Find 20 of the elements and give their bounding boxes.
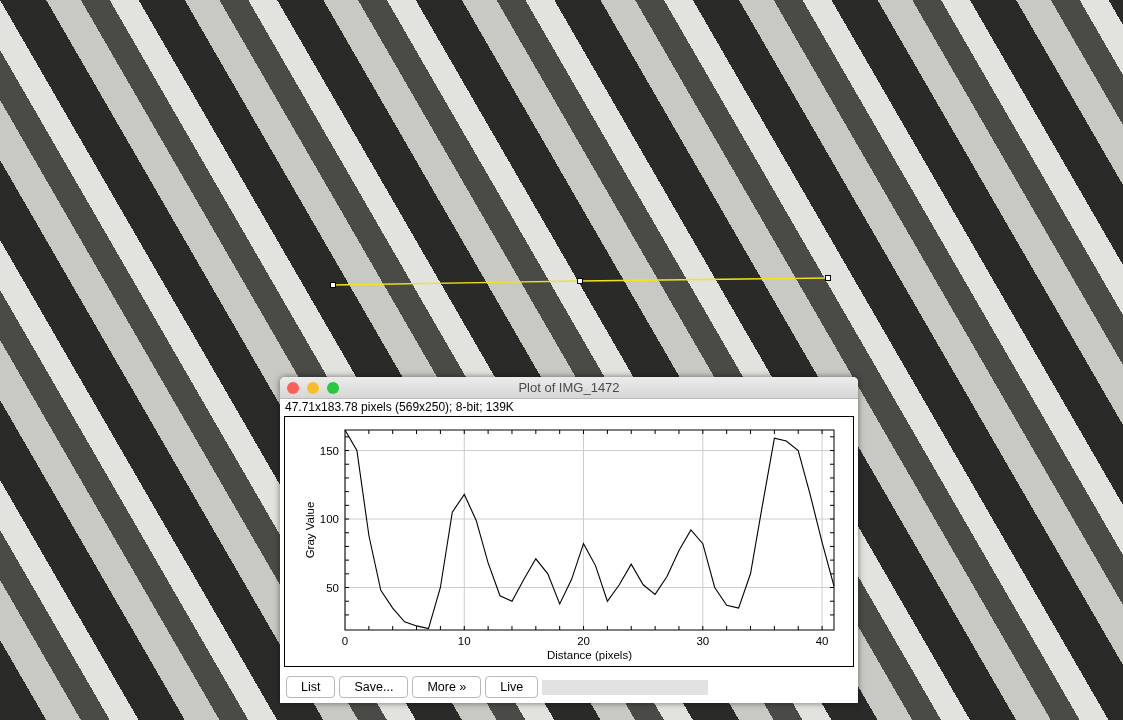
y-axis-label: Gray Value — [304, 501, 316, 559]
close-icon[interactable] — [287, 381, 299, 394]
y-tick-label: 100 — [319, 513, 339, 526]
y-tick-label: 150 — [319, 444, 339, 457]
y-tick-label: 50 — [326, 581, 339, 594]
x-tick-label: 40 — [815, 635, 829, 647]
plot-button[interactable]: Save... — [339, 676, 409, 698]
plot-button[interactable]: Live — [485, 676, 539, 698]
line-selection-drawing[interactable] — [330, 275, 831, 288]
window-title: Plot of IMG_1472 — [518, 380, 620, 395]
x-tick-label: 10 — [457, 635, 471, 647]
image-info: 47.71x183.78 pixels (569x250); 8-bit; 139K — [284, 399, 515, 414]
plot-button[interactable]: List — [286, 676, 336, 698]
x-tick-label: 0 — [341, 635, 349, 647]
x-tick-label: 20 — [577, 635, 590, 647]
minimize-icon[interactable] — [307, 381, 319, 394]
x-axis-label: Distance (pixels) — [547, 649, 632, 661]
x-tick-label: 30 — [696, 635, 710, 647]
plot-button[interactable]: More » — [412, 676, 482, 698]
zoom-icon[interactable] — [327, 381, 339, 394]
